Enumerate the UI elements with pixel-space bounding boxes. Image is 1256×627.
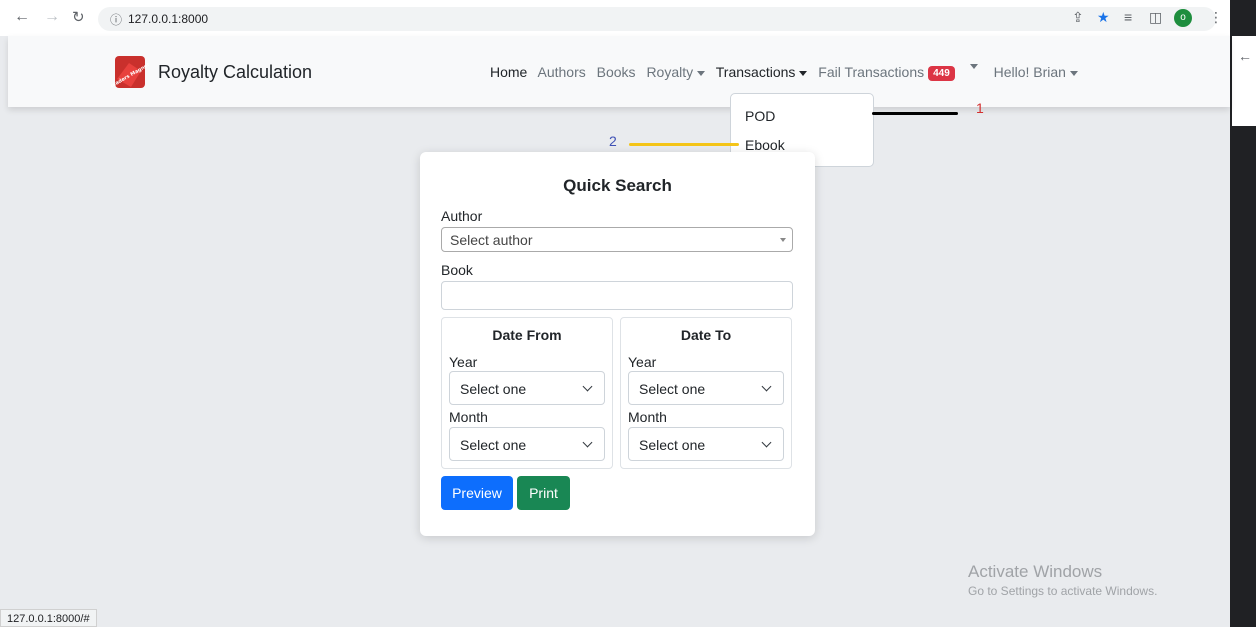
bookmark-star-icon[interactable]: ★	[1097, 9, 1110, 26]
reading-list-icon[interactable]: ≡	[1124, 9, 1132, 25]
chevron-down-icon	[582, 381, 593, 392]
nav-links: Home Authors Books Royalty Transactions …	[490, 64, 1085, 81]
nav-fail-transactions[interactable]: Fail Transactions 449	[818, 64, 955, 81]
chevron-down-icon	[582, 437, 593, 448]
author-label: Author	[441, 208, 483, 224]
dropdown-item-pod[interactable]: POD	[745, 108, 775, 124]
date-to-month-value: Select one	[639, 437, 706, 453]
book-label: Book	[441, 262, 473, 278]
chevron-down-icon	[799, 70, 808, 76]
print-button[interactable]: Print	[517, 476, 570, 510]
nav-user-menu[interactable]: Hello! Brian	[994, 64, 1078, 80]
nav-royalty-label: Royalty	[646, 64, 694, 80]
side-back-arrow-icon[interactable]: ←	[1238, 48, 1252, 64]
nav-transactions[interactable]: Transactions	[716, 64, 808, 80]
annotation-number-2: 2	[609, 133, 617, 149]
book-input[interactable]	[441, 281, 793, 310]
status-bar-url: 127.0.0.1:8000/#	[0, 609, 97, 627]
date-to-panel: Date To Year Select one Month Select one	[620, 317, 792, 469]
date-from-year-value: Select one	[460, 381, 527, 397]
activate-windows-title: Activate Windows	[968, 562, 1103, 581]
profile-avatar[interactable]: o	[1174, 9, 1192, 27]
nav-fail-transactions-label: Fail Transactions	[818, 64, 925, 80]
annotation-line-1	[872, 112, 958, 115]
date-from-month-label: Month	[449, 409, 488, 425]
chevron-down-icon	[761, 437, 772, 448]
back-arrow-icon[interactable]: ←	[14, 8, 30, 26]
browser-menu-icon[interactable]: ⋮	[1209, 9, 1223, 26]
date-to-year-label: Year	[628, 354, 657, 370]
side-window: ←	[1232, 36, 1256, 126]
nav-home[interactable]: Home	[490, 64, 527, 80]
address-bar[interactable]: ⓘ 127.0.0.1:8000	[98, 7, 1216, 31]
reload-icon[interactable]: ↻	[72, 8, 85, 26]
date-from-year-label: Year	[449, 354, 478, 370]
date-to-year-select[interactable]: Select one	[628, 371, 784, 405]
chevron-down-icon	[761, 381, 772, 392]
app-navbar: Readers Magnet Royalty Calculation Home …	[8, 36, 1230, 107]
dropdown-item-ebook[interactable]: Ebook	[745, 137, 785, 153]
date-to-year-value: Select one	[639, 381, 706, 397]
author-select-placeholder: Select author	[450, 232, 533, 248]
user-greeting: Hello! Brian	[993, 64, 1066, 80]
nav-fail-dropdown-toggle[interactable]	[966, 64, 978, 80]
date-to-month-label: Month	[628, 409, 667, 425]
preview-button[interactable]: Preview	[441, 476, 513, 510]
date-from-month-select[interactable]: Select one	[449, 427, 605, 461]
chevron-down-icon	[1069, 70, 1078, 76]
dropdown-arrow-icon	[780, 238, 786, 242]
brand-title[interactable]: Royalty Calculation	[158, 62, 312, 83]
date-from-month-value: Select one	[460, 437, 527, 453]
side-panel-icon[interactable]: ◫	[1149, 9, 1162, 26]
share-icon[interactable]: ⇪	[1072, 9, 1084, 26]
date-from-panel: Date From Year Select one Month Select o…	[441, 317, 613, 469]
nav-books[interactable]: Books	[597, 64, 636, 80]
chevron-down-icon	[969, 64, 978, 69]
nav-royalty[interactable]: Royalty	[646, 64, 706, 80]
fail-count-badge: 449	[928, 66, 955, 81]
annotation-number-1: 1	[976, 100, 984, 116]
author-select[interactable]: Select author	[441, 227, 793, 252]
nav-authors[interactable]: Authors	[537, 64, 585, 80]
nav-transactions-label: Transactions	[715, 64, 796, 80]
date-from-year-select[interactable]: Select one	[449, 371, 605, 405]
activate-windows-subtitle: Go to Settings to activate Windows.	[968, 584, 1158, 598]
card-title: Quick Search	[563, 176, 672, 195]
chevron-down-icon	[697, 70, 706, 76]
browser-toolbar: ← → ↻ ⓘ 127.0.0.1:8000 ⇪ ★ ≡ ◫ o ⋮	[0, 0, 1256, 36]
annotation-line-2	[629, 143, 739, 146]
address-url: 127.0.0.1:8000	[128, 12, 209, 26]
quick-search-card: Quick Search Author Select author Book D…	[420, 152, 815, 536]
readers-magnet-logo: Readers Magnet	[111, 56, 149, 90]
date-to-title: Date To	[680, 327, 732, 343]
site-info-icon[interactable]: ⓘ	[110, 11, 122, 28]
forward-arrow-icon[interactable]: →	[44, 8, 60, 26]
date-to-month-select[interactable]: Select one	[628, 427, 784, 461]
date-from-title: Date From	[492, 327, 562, 343]
